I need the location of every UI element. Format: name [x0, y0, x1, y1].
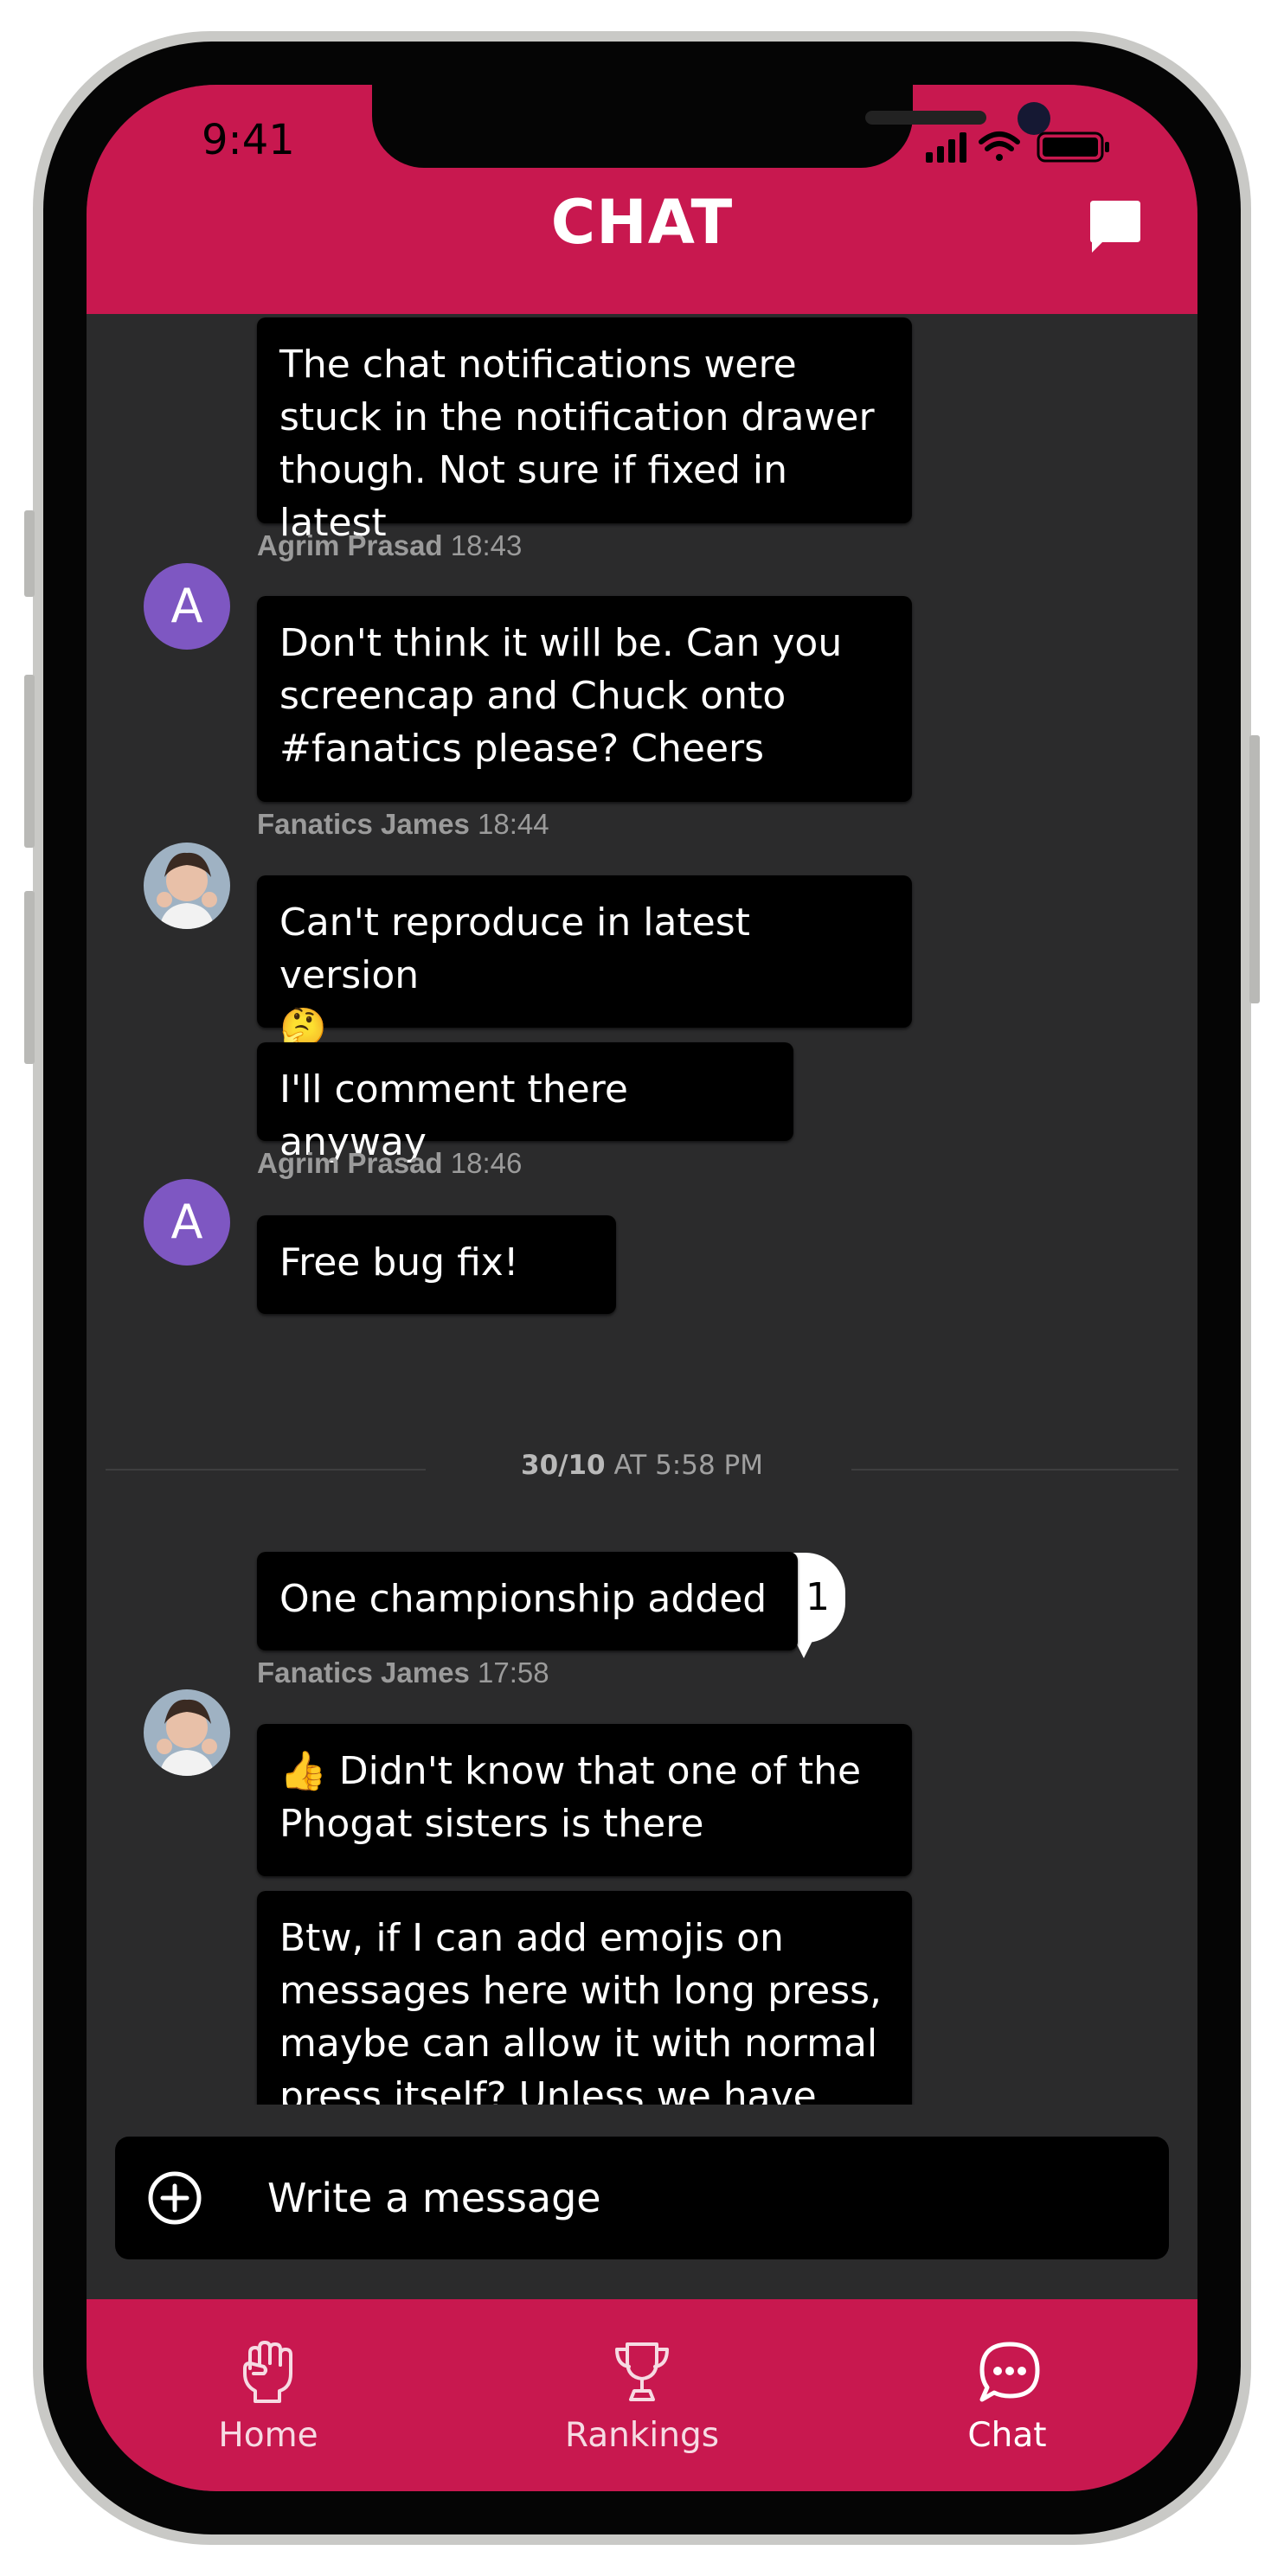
status-time: 9:41: [202, 116, 295, 164]
message-bubble[interactable]: Can't reproduce in latest version 🤔: [257, 875, 912, 1050]
avatar[interactable]: A: [144, 1179, 230, 1266]
message-line: 👍 Didn't know that one of the: [279, 1749, 862, 1793]
status-icons: [926, 131, 1109, 163]
sender-name: Fanatics James: [257, 1656, 470, 1688]
app-header: 9:41 CHAT: [87, 85, 1197, 314]
signal-icon: [926, 132, 966, 163]
message-meta: Agrim Prasad 18:43: [257, 529, 522, 562]
message-line: Can't reproduce in latest version: [279, 900, 750, 997]
message-bubble[interactable]: One championship added: [257, 1552, 798, 1650]
trophy-icon: [615, 2342, 669, 2401]
app-screen: 9:41 CHAT The chat notifications were st…: [87, 85, 1197, 2491]
message-line: #fanatics please? Cheers: [279, 727, 765, 771]
message-text: Free bug fix!: [279, 1240, 519, 1285]
message-text: One championship added: [279, 1577, 767, 1621]
message-time: 18:46: [450, 1147, 523, 1179]
message-meta: Agrim Prasad 18:46: [257, 1147, 522, 1180]
message-input[interactable]: [267, 2168, 1133, 2228]
message-meta: Fanatics James 18:44: [257, 808, 549, 841]
sender-name: Agrim Prasad: [257, 1147, 443, 1179]
message-bubble[interactable]: Btw, if I can add emojis on messages her…: [257, 1891, 912, 2105]
volume-down-button: [24, 891, 35, 1064]
tab-label: Home: [218, 2416, 318, 2455]
message-line: maybe can allow it with normal: [279, 2022, 878, 2066]
battery-icon: [1037, 131, 1109, 163]
date-divider: 30/10 AT 5:58 PM: [87, 1450, 1197, 1481]
wifi-icon: [979, 131, 1020, 161]
sender-name: Fanatics James: [257, 808, 470, 840]
user-photo: [144, 843, 230, 929]
message-line: Phogat sisters is there: [279, 1802, 704, 1846]
tab-bar: Home Rankings Chat: [87, 2299, 1197, 2491]
message-time: 18:44: [477, 808, 549, 840]
tab-label: Rankings: [564, 2416, 720, 2455]
message-meta: Fanatics James 17:58: [257, 1656, 549, 1689]
tab-home[interactable]: Home: [138, 2299, 398, 2491]
page-title: CHAT: [550, 187, 734, 258]
chat-icon: [979, 2342, 1040, 2402]
message-line: The chat notifications were: [279, 343, 797, 387]
message-bubble[interactable]: 👍 Didn't know that one of the Phogat sis…: [257, 1724, 912, 1876]
user-photo: [144, 1689, 230, 1776]
message-line: Don't think it will be. Can you: [279, 621, 843, 665]
power-button: [1249, 735, 1260, 1003]
plus-circle-icon[interactable]: [147, 2170, 202, 2226]
message-line: screencap and Chuck onto: [279, 674, 786, 718]
message-bubble[interactable]: Don't think it will be. Can you screenca…: [257, 596, 912, 802]
message-composer: [115, 2137, 1169, 2259]
speaker: [865, 111, 986, 125]
avatar[interactable]: [144, 843, 230, 929]
tab-rankings[interactable]: Rankings: [512, 2299, 772, 2491]
avatar[interactable]: A: [144, 563, 230, 650]
message-bubble[interactable]: I'll comment there anyway: [257, 1042, 793, 1164]
message-line: Btw, if I can add emojis on: [279, 1916, 784, 1960]
reaction-count: 1: [806, 1575, 830, 1619]
volume-up-button: [24, 675, 35, 848]
tab-chat[interactable]: Chat: [877, 2299, 1137, 2491]
message-time: 18:43: [450, 529, 523, 561]
avatar[interactable]: [144, 1689, 230, 1776]
message-line: stuck in the notification drawer: [279, 395, 875, 439]
chat-bubble-icon[interactable]: [1087, 199, 1144, 256]
fist-icon: [243, 2341, 292, 2403]
message-line: press itself? Unless we have: [279, 2074, 817, 2105]
notch: [372, 85, 1050, 168]
mute-switch: [24, 510, 35, 597]
message-time: 17:58: [477, 1656, 549, 1688]
message-bubble[interactable]: Free bug fix!: [257, 1215, 616, 1314]
tab-label: Chat: [967, 2416, 1047, 2455]
date-divider-time: AT 5:58 PM: [605, 1450, 763, 1481]
message-bubble[interactable]: The chat notifications were stuck in the…: [257, 317, 912, 545]
sender-name: Agrim Prasad: [257, 529, 443, 561]
message-line: messages here with long press,: [279, 1969, 883, 2013]
date-divider-date: 30/10: [521, 1450, 606, 1481]
message-list[interactable]: The chat notifications were stuck in the…: [87, 314, 1197, 2105]
